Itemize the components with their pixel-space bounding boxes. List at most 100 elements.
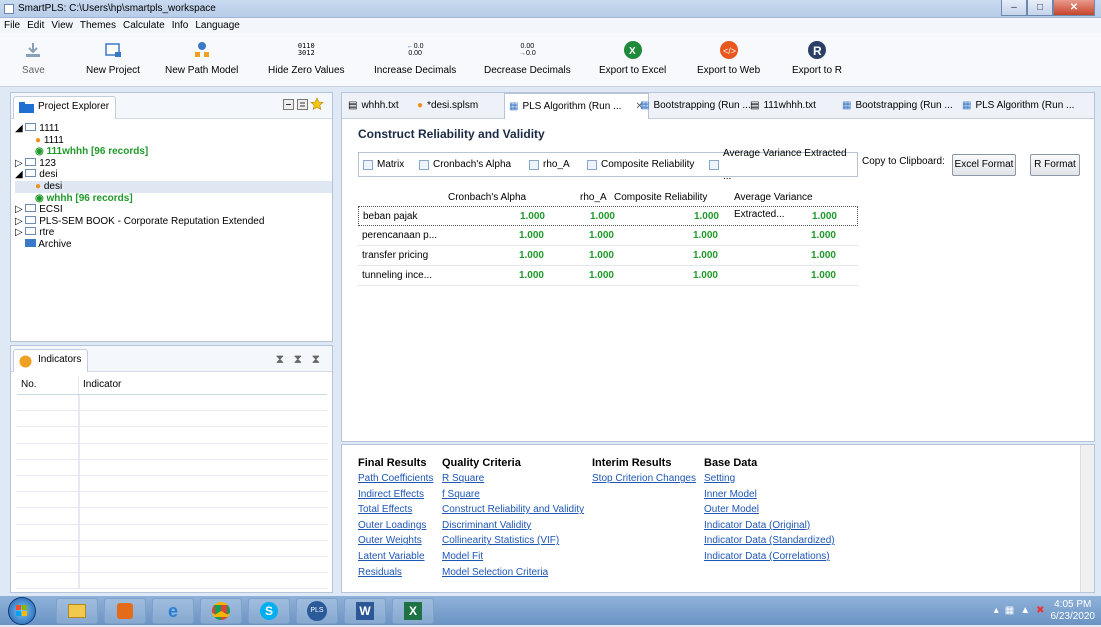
menu-language[interactable]: Language — [195, 18, 240, 33]
expand-all-icon[interactable] — [297, 99, 308, 110]
link-inner-model[interactable]: Inner Model — [704, 487, 835, 503]
tab-pls-algorithm-2[interactable]: ▦ PLS Algorithm (Run ... — [962, 93, 1074, 118]
link-outer-loadings[interactable]: Outer Loadings — [358, 518, 433, 534]
excel-format-button[interactable]: Excel Format — [952, 154, 1016, 176]
menu-themes[interactable]: Themes — [80, 18, 116, 33]
show-hidden-icons[interactable]: ▴ — [994, 605, 999, 616]
column-indicator[interactable]: Indicator — [79, 376, 125, 394]
network-icon[interactable]: ▦ — [1005, 605, 1014, 616]
taskbar-excel[interactable]: X — [392, 598, 434, 624]
start-button[interactable] — [8, 597, 36, 625]
chrome-icon — [212, 602, 230, 620]
link-latent-variable[interactable]: Latent Variable — [358, 549, 433, 565]
maximize-button[interactable]: □ — [1027, 0, 1053, 16]
column-no[interactable]: No. — [17, 376, 79, 394]
new-path-model-button[interactable]: New Path Model — [165, 37, 238, 76]
tab-111whhh-txt[interactable]: ▤ 111whhh.txt — [750, 93, 816, 118]
link-construct-reliability[interactable]: Construct Reliability and Validity — [442, 502, 584, 518]
path-model-icon — [194, 42, 209, 57]
media-player-icon — [117, 603, 133, 619]
link-r-square[interactable]: R Square — [442, 471, 584, 487]
menu-file[interactable]: File — [4, 18, 20, 33]
link-indirect-effects[interactable]: Indirect Effects — [358, 487, 433, 503]
subtab-rho-a[interactable]: rho_A — [529, 153, 570, 176]
tab-whhh-txt[interactable]: ▤ whhh.txt — [348, 93, 399, 118]
indicators-tab[interactable]: Indicators — [13, 349, 89, 372]
tree-item[interactable]: ▷ 123 — [15, 157, 332, 170]
taskbar-explorer[interactable] — [56, 598, 98, 624]
tree-item[interactable]: ● 1111 — [15, 135, 332, 147]
table-row[interactable]: tunneling ince... 1.000 1.000 1.000 1.00… — [358, 266, 858, 286]
export-web-button[interactable]: </> Export to Web — [697, 37, 760, 76]
table-row[interactable]: perencanaan p... 1.000 1.000 1.000 1.000 — [358, 226, 858, 246]
r-format-button[interactable]: R Format — [1030, 154, 1080, 176]
link-stop-criterion[interactable]: Stop Criterion Changes — [592, 471, 696, 487]
subtab-cronbach[interactable]: Cronbach's Alpha — [419, 153, 511, 176]
taskbar-word[interactable]: W — [344, 598, 386, 624]
link-indicator-original[interactable]: Indicator Data (Original) — [704, 518, 835, 534]
tree-item[interactable]: ▷ ECSI — [15, 204, 332, 216]
link-outer-weights[interactable]: Outer Weights — [358, 533, 433, 549]
taskbar-smartpls[interactable]: PLS — [296, 598, 338, 624]
signal-icon[interactable]: ▲ — [1020, 605, 1030, 616]
export-r-button[interactable]: R Export to R — [792, 37, 842, 76]
link-discriminant-validity[interactable]: Discriminant Validity — [442, 518, 584, 534]
menu-view[interactable]: View — [51, 18, 73, 33]
tab-pls-algorithm[interactable]: ▦ PLS Algorithm (Run ... ✕ — [504, 93, 649, 119]
tree-item[interactable]: ● desi — [15, 180, 332, 193]
svg-text:X: X — [629, 46, 636, 57]
export-excel-button[interactable]: X Export to Excel — [599, 37, 666, 76]
project-explorer-tab[interactable]: Project Explorer — [13, 96, 117, 119]
save-button[interactable]: Save — [22, 37, 45, 76]
link-indicator-standardized[interactable]: Indicator Data (Standardized) — [704, 533, 835, 549]
close-button[interactable]: ✕ — [1053, 0, 1095, 16]
link-model-selection[interactable]: Model Selection Criteria — [442, 565, 584, 581]
subtab-matrix[interactable]: Matrix — [363, 153, 404, 176]
filter-icon[interactable]: ⧗ — [276, 352, 284, 367]
clock-date[interactable]: 6/23/2020 — [1051, 611, 1096, 623]
link-collinearity[interactable]: Collinearity Statistics (VIF) — [442, 533, 584, 549]
star-icon[interactable] — [310, 97, 324, 111]
table-row[interactable]: beban pajak 1.000 1.000 1.000 1.000 — [358, 206, 858, 226]
filter-icon[interactable]: ⧗ — [312, 352, 320, 367]
subtab-ave[interactable]: Average Variance Extracted ... — [709, 148, 857, 182]
link-outer-model[interactable]: Outer Model — [704, 502, 835, 518]
tree-item[interactable]: ◉ 111whhh [96 records] — [15, 146, 332, 158]
tree-item[interactable]: ◢ 1111 — [15, 123, 332, 135]
taskbar-ie[interactable]: e — [152, 598, 194, 624]
tree-item[interactable]: ◉ whhh [96 records] — [15, 193, 332, 205]
tree-item[interactable]: Archive — [15, 238, 332, 251]
hide-zero-values-button[interactable]: 0110 3012 Hide Zero Values — [268, 37, 345, 77]
link-setting[interactable]: Setting — [704, 471, 835, 487]
taskbar-media-player[interactable] — [104, 598, 146, 624]
filter-icon[interactable]: ⧗ — [294, 352, 302, 367]
menu-calculate[interactable]: Calculate — [123, 18, 165, 33]
decrease-decimals-button[interactable]: 0.00 →0.0 Decrease Decimals — [484, 37, 571, 76]
tree-item[interactable]: ◢ desi — [15, 169, 332, 181]
table-row — [17, 524, 327, 541]
link-path-coefficients[interactable]: Path Coefficients — [358, 471, 433, 487]
table-row[interactable]: transfer pricing 1.000 1.000 1.000 1.000 — [358, 246, 858, 266]
subtab-composite-reliability[interactable]: Composite Reliability — [587, 153, 694, 176]
clock-time[interactable]: 4:05 PM — [1051, 599, 1096, 611]
taskbar-chrome[interactable] — [200, 598, 242, 624]
collapse-all-icon[interactable] — [283, 99, 294, 110]
link-indicator-correlations[interactable]: Indicator Data (Correlations) — [704, 549, 835, 565]
tab-desi-splsm[interactable]: ● *desi.splsm — [417, 93, 478, 118]
taskbar-skype[interactable]: S — [248, 598, 290, 624]
link-residuals[interactable]: Residuals — [358, 565, 433, 581]
minimize-button[interactable]: – — [1001, 0, 1027, 16]
menu-edit[interactable]: Edit — [27, 18, 44, 33]
tree-item[interactable]: ▷ rtre — [15, 227, 332, 239]
link-model-fit[interactable]: Model Fit — [442, 549, 584, 565]
menu-info[interactable]: Info — [172, 18, 189, 33]
link-f-square[interactable]: f Square — [442, 487, 584, 503]
tab-bootstrapping-2[interactable]: ▦ Bootstrapping (Run ... — [842, 93, 953, 118]
vertical-scrollbar[interactable] — [1080, 445, 1094, 592]
increase-decimals-button[interactable]: ←0.0 0.00 Increase Decimals — [374, 37, 456, 76]
volume-icon[interactable]: ✖ — [1036, 605, 1044, 616]
new-project-button[interactable]: New Project — [86, 37, 140, 76]
tab-bootstrapping[interactable]: ▦ Bootstrapping (Run ... — [640, 93, 751, 118]
link-total-effects[interactable]: Total Effects — [358, 502, 433, 518]
tree-item[interactable]: ▷ PLS-SEM BOOK - Corporate Reputation Ex… — [15, 215, 332, 228]
